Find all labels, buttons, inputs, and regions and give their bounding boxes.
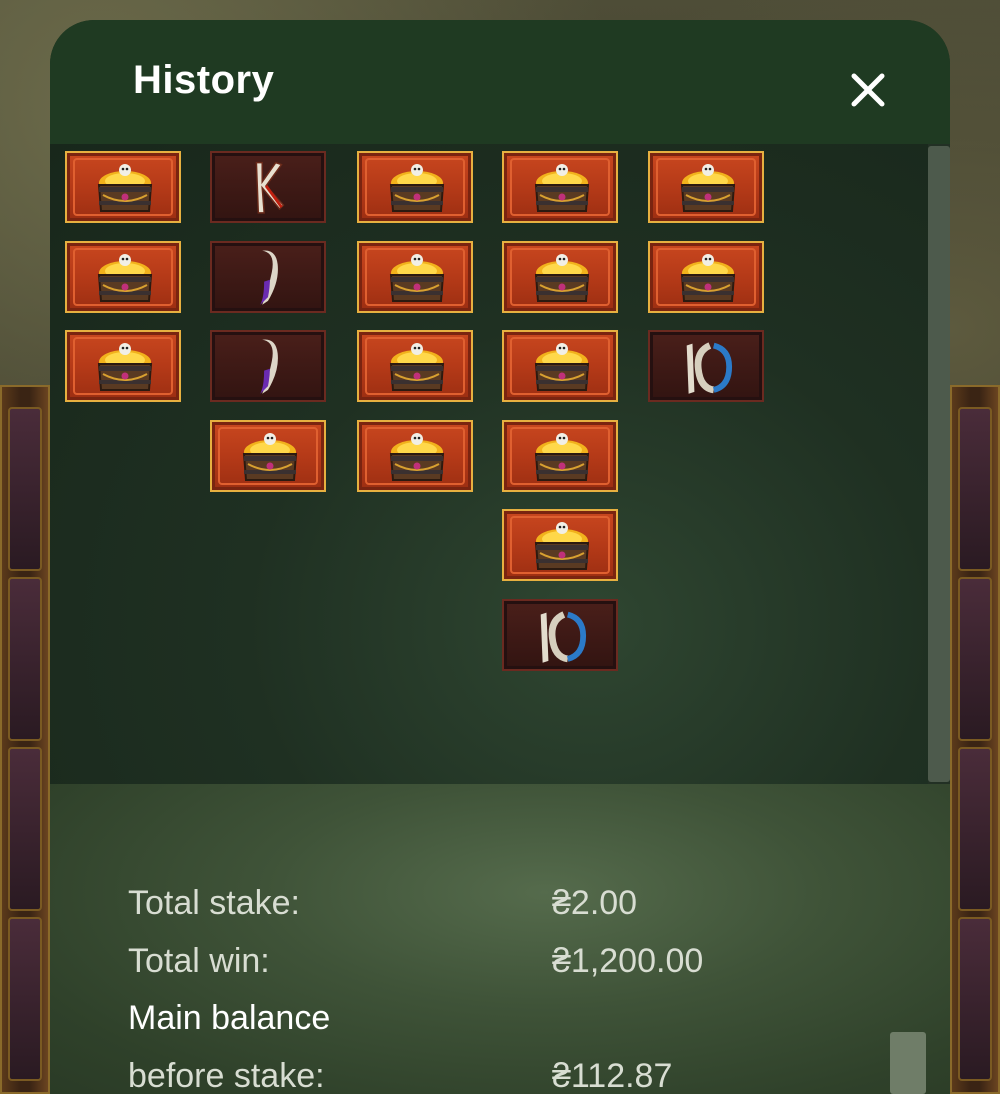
treasure-chest-symbol	[648, 240, 764, 313]
before-stake-value: ₴112.87	[552, 1057, 673, 1094]
treasure-chest-symbol	[502, 419, 618, 492]
treasure-chest-symbol	[502, 509, 618, 581]
reel-scrollbar-thumb[interactable]	[928, 146, 950, 782]
round-result-grid	[50, 144, 950, 784]
total-win-value: ₴1,200.00	[552, 942, 704, 980]
card-symbol-j	[210, 240, 326, 313]
background-reel-left	[0, 385, 50, 1094]
main-balance-label: Main balance	[128, 999, 331, 1037]
close-icon	[851, 73, 885, 107]
card-symbol-k	[210, 151, 326, 223]
history-dialog: History Total stake: ₴2.00 Total win: ₴1…	[50, 20, 950, 1094]
card-symbol-10	[502, 598, 618, 671]
treasure-chest-symbol	[65, 240, 181, 313]
treasure-chest-symbol	[65, 330, 181, 402]
dialog-title: History	[133, 58, 275, 102]
total-win-label: Total win:	[128, 942, 270, 980]
treasure-chest-symbol	[65, 151, 181, 223]
treasure-chest-symbol	[502, 240, 618, 313]
background-reel-right	[950, 385, 1000, 1094]
total-stake-value: ₴2.00	[552, 884, 638, 922]
total-stake-label: Total stake:	[128, 884, 300, 922]
before-stake-label: before stake:	[128, 1057, 325, 1094]
card-symbol-10	[648, 330, 764, 402]
summary-scrollbar-thumb[interactable]	[890, 1032, 926, 1094]
treasure-chest-symbol	[502, 330, 618, 402]
treasure-chest-symbol	[357, 151, 473, 223]
treasure-chest-symbol	[210, 419, 326, 492]
round-summary: Total stake: ₴2.00 Total win: ₴1,200.00 …	[50, 784, 950, 1094]
close-button[interactable]	[840, 62, 896, 118]
dialog-header: History	[50, 20, 950, 144]
card-symbol-j	[210, 330, 326, 402]
treasure-chest-symbol	[502, 151, 618, 223]
treasure-chest-symbol	[357, 419, 473, 492]
treasure-chest-symbol	[648, 151, 764, 223]
treasure-chest-symbol	[357, 330, 473, 402]
treasure-chest-symbol	[357, 240, 473, 313]
